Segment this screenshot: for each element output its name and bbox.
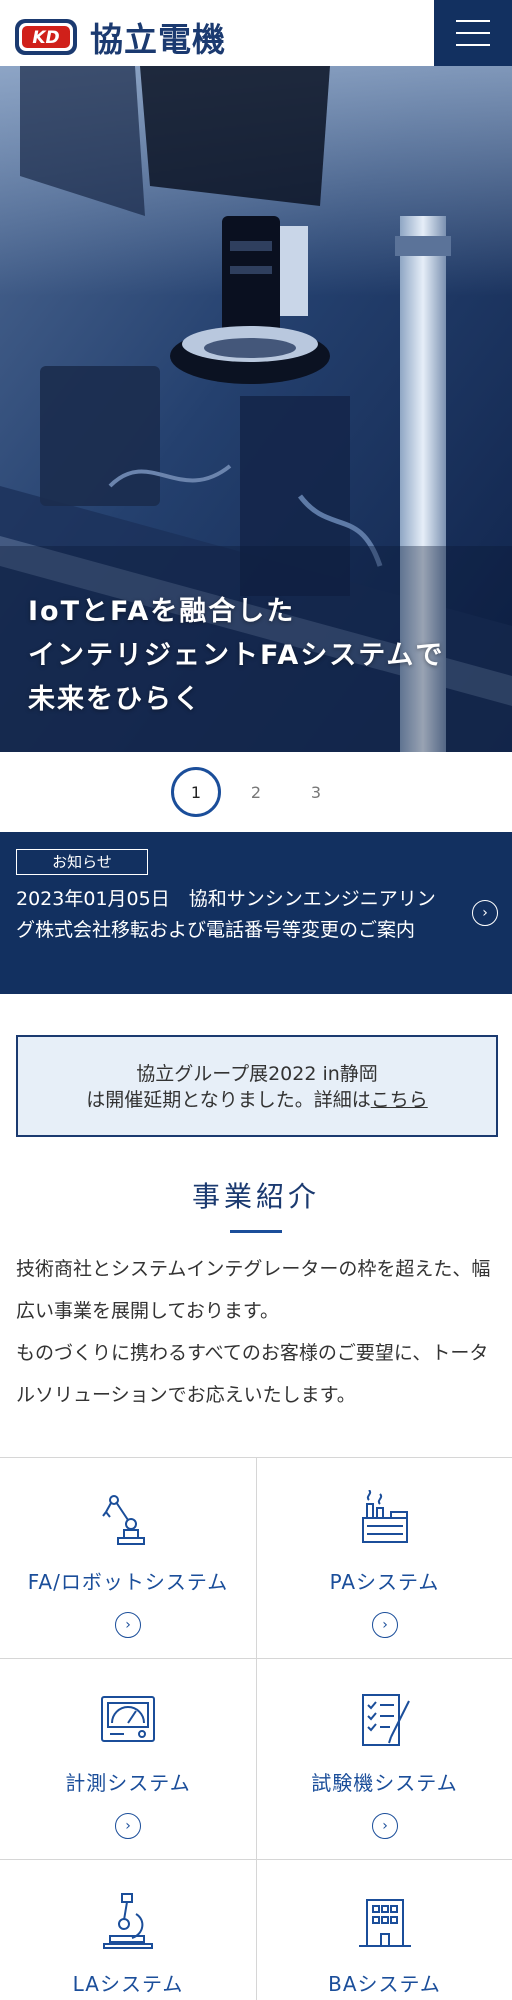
business-item-label: LAシステム [72,1972,184,1996]
hero-line-2: インテリジェントFAシステムで [28,640,445,671]
chevron-right-circle-icon: › [372,1612,398,1638]
business-item-fa-robot[interactable]: FA/ロボットシステム › [0,1458,256,1659]
business-section-title: 事業紹介 [191,1180,320,1213]
news-text[interactable]: 2023年01月05日 協和サンシンエンジニアリング株式会社移転および電話番号等… [16,884,436,946]
svg-text:KD: KD [32,28,59,48]
business-item-ba[interactable]: BAシステム [256,1860,512,2000]
pager-page-3[interactable]: 3 [291,767,341,817]
hamburger-icon-bar [456,44,490,46]
exhibition-notice: 協立グループ展2022 in静岡 は開催延期となりました。詳細はこちら [16,1035,498,1137]
business-item-measurement[interactable]: 計測システム › [0,1659,256,1860]
business-item-label: 計測システム [65,1771,191,1795]
pager-page-1[interactable]: 1 [171,767,221,817]
cell-arrow: › [115,1612,141,1638]
chevron-right-circle-icon: › [115,1813,141,1839]
site-header: KD 協立電機 [0,0,512,66]
notice-line-2: は開催延期となりました。詳細はこちら [18,1087,496,1113]
business-item-label: BAシステム [328,1972,441,1996]
business-intro: 技術商社とシステムインテグレーターの枠を超えた、幅広い事業を展開しております。 … [16,1248,504,1416]
chevron-right-circle-icon: › [372,1813,398,1839]
building-icon [359,1899,411,1947]
notice-line-1: 協立グループ展2022 in静岡 [136,1063,378,1085]
robot-arm-icon [102,1495,145,1545]
logo-text: 協立電機 [90,20,226,59]
hamburger-icon-bar [456,32,490,34]
hero-slider: IoTとFAを融合した インテリジェントFAシステムで 未来をひらく [0,66,512,752]
intro-paragraph-2: ものづくりに携わるすべてのお客様のご要望に、トータルソリューションでお応えいたし… [16,1342,489,1406]
hamburger-icon [456,20,490,22]
news-banner[interactable]: お知らせ 2023年01月05日 協和サンシンエンジニアリング株式会社移転および… [0,832,512,994]
kd-logo-icon: KD [15,19,77,55]
hero-catchphrase: IoTとFAを融合した インテリジェントFAシステムで 未来をひらく [28,590,444,722]
business-item-label: 試験機システム [311,1771,458,1795]
hero-line-1: IoTとFAを融合した [28,596,296,627]
site-logo[interactable]: KD 協立電機 [14,13,226,61]
business-item-la[interactable]: LAシステム [0,1860,256,2000]
news-badge: お知らせ [16,849,148,875]
business-item-label: PAシステム [329,1570,440,1594]
slider-pager: 1 2 3 [0,752,512,832]
chevron-right-circle-icon: › [472,900,498,926]
notice-line-2-text: は開催延期となりました。詳細は [86,1089,371,1111]
cell-arrow: › [115,1813,141,1839]
microscope-icon [103,1893,153,1949]
business-item-pa[interactable]: PAシステム › [256,1458,512,1659]
factory-icon [362,1490,408,1543]
checklist-icon [362,1694,410,1746]
business-item-testing-machine[interactable]: 試験機システム › [256,1659,512,1860]
notice-detail-link[interactable]: こちら [371,1089,428,1111]
hero-line-3: 未来をひらく [28,684,202,715]
business-item-label: FA/ロボットシステム [27,1570,229,1594]
title-underline [230,1230,282,1233]
business-grid: FA/ロボットシステム › PAシステム › 計測システム › 試験機システム … [0,1457,512,2000]
cell-arrow: › [372,1813,398,1839]
news-arrow[interactable]: › [472,900,498,926]
intro-paragraph-1: 技術商社とシステムインテグレーターの枠を超えた、幅広い事業を展開しております。 [16,1258,491,1322]
menu-button[interactable] [434,0,512,66]
meter-icon [101,1696,155,1742]
pager-page-2[interactable]: 2 [231,767,281,817]
cell-arrow: › [372,1612,398,1638]
chevron-right-circle-icon: › [115,1612,141,1638]
